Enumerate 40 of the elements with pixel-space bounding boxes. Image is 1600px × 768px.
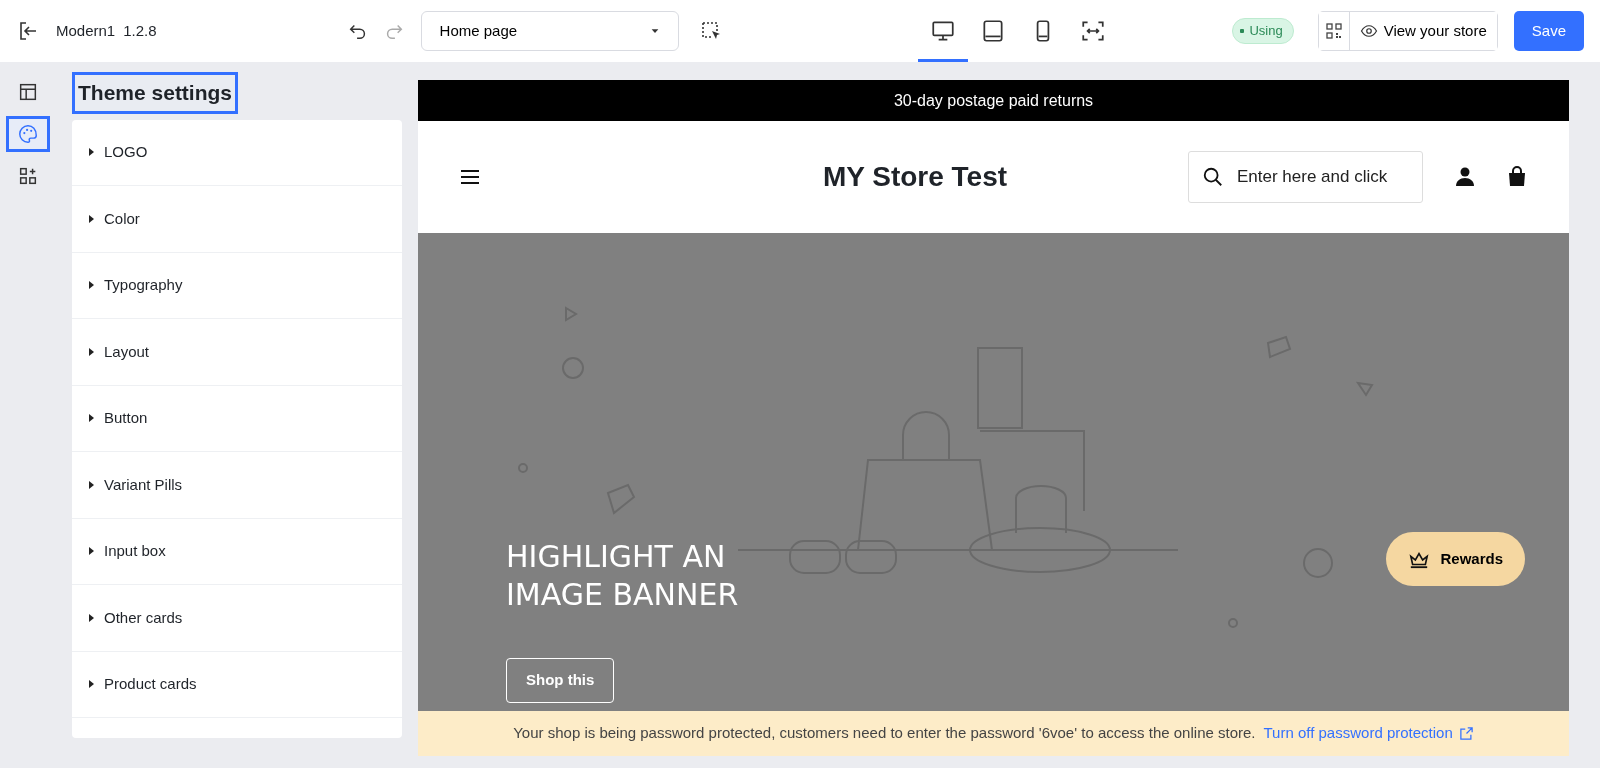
notice-text: Your shop is being password protected, customers need to enter the password '6voe' to access the online store. xyxy=(513,723,1256,744)
settings-item[interactable]: Other cards xyxy=(72,585,402,652)
save-button[interactable]: Save xyxy=(1513,11,1584,51)
caret-icon xyxy=(88,480,94,489)
external-link-icon xyxy=(1458,726,1474,741)
version-label: 1.2.8 xyxy=(123,20,157,41)
eye-icon xyxy=(1359,22,1378,40)
settings-item[interactable]: Layout xyxy=(72,319,402,386)
banner-heading: HIGHLIGHT AN xyxy=(506,538,727,576)
caret-icon xyxy=(88,281,94,290)
shop-button[interactable]: Shop this xyxy=(506,658,615,703)
settings-item[interactable]: Button xyxy=(72,385,402,452)
settings-item[interactable]: Variant Pills xyxy=(72,452,402,519)
page-select[interactable]: Home page xyxy=(420,11,679,51)
caret-icon xyxy=(88,547,94,556)
caret-icon xyxy=(88,148,94,157)
qr-code-button[interactable] xyxy=(1318,12,1350,50)
rewards-button[interactable]: Rewards xyxy=(1386,532,1525,586)
user-icon[interactable] xyxy=(1453,165,1477,189)
caret-icon xyxy=(649,26,660,36)
caret-icon xyxy=(88,414,94,423)
palette-icon[interactable] xyxy=(6,116,50,152)
qr-code-icon xyxy=(1325,23,1342,39)
status-badge: Using xyxy=(1232,18,1294,44)
panel-title: Theme settings xyxy=(72,72,239,114)
settings-item[interactable]: Typography xyxy=(72,252,402,319)
settings-item[interactable]: Product cards xyxy=(72,651,402,718)
caret-icon xyxy=(88,613,94,622)
settings-item[interactable]: Input box xyxy=(72,518,402,585)
banner-heading: IMAGE BANNER xyxy=(506,575,739,613)
settings-item[interactable]: Color xyxy=(72,186,402,253)
announcement-bar: 30-day postage paid returns xyxy=(418,80,1569,121)
search-field[interactable]: Enter here and click xyxy=(1188,151,1423,203)
caret-icon xyxy=(88,347,94,356)
caret-icon xyxy=(88,214,94,223)
theme-name: Modern1 xyxy=(56,20,116,41)
settings-item[interactable]: LOGO xyxy=(72,119,402,186)
caret-icon xyxy=(88,680,94,689)
password-protection-link[interactable]: Turn off password protection xyxy=(1263,722,1474,745)
store-title: MY Store Test xyxy=(821,160,1009,194)
